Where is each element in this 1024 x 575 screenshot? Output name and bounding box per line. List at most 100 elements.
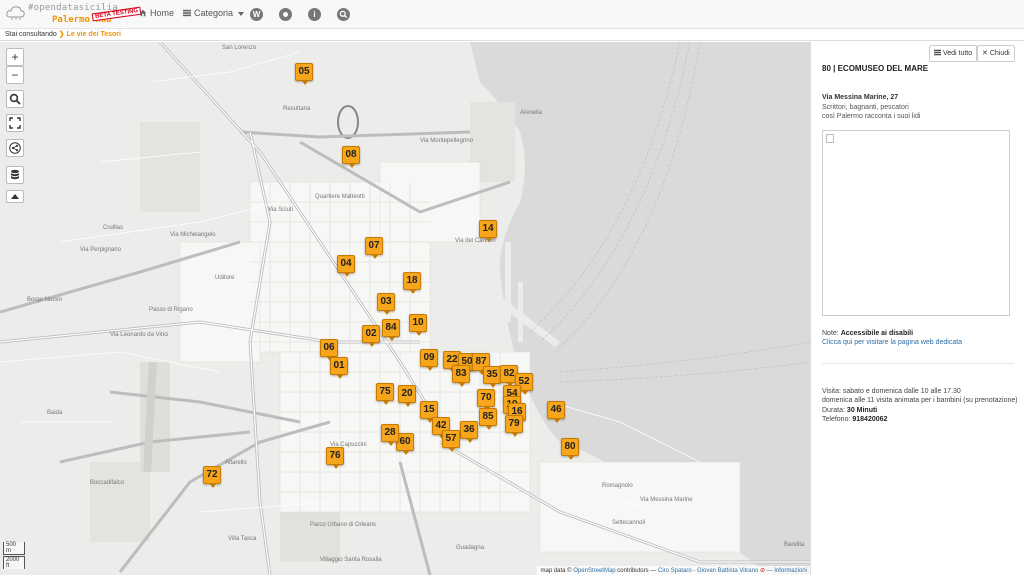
map-marker[interactable]: 18 <box>403 272 421 294</box>
map-marker[interactable]: 28 <box>381 424 399 446</box>
poi-visit-kids: domenica alle 11 visita animata per i ba… <box>822 397 1018 404</box>
map-marker[interactable]: 02 <box>362 325 380 347</box>
map-marker[interactable]: 75 <box>376 383 394 405</box>
site-logo[interactable]: #opendatasicilia Palermo Hub BETA TESTIN… <box>6 2 142 28</box>
map-marker[interactable]: 76 <box>326 447 344 469</box>
show-all-label: Vedi tutto <box>942 50 973 57</box>
map-canvas[interactable]: San Lorenzo Resuttana Cruillas Uditore B… <box>0 42 810 575</box>
poi-title: 80 | ECOMUSEO DEL MARE <box>822 64 929 73</box>
map-marker[interactable]: 05 <box>295 63 313 85</box>
map-label-baida: Baida <box>47 410 63 416</box>
wikipedia-icon[interactable]: W <box>250 8 263 21</box>
map-label-via-leonardo-da-vinci: Via Leonardo da Vinci <box>110 332 169 338</box>
map-label-altarello: Altarello <box>225 460 247 466</box>
map-label-resuttana: Resuttana <box>283 106 311 112</box>
list-icon <box>934 49 941 56</box>
duration-value: 30 Minuti <box>846 407 878 414</box>
caret-down-icon <box>237 12 244 16</box>
map-marker[interactable]: 70 <box>477 389 495 411</box>
map-label-via-messina-marine: Via Messina Marine <box>640 497 693 503</box>
top-navbar: #opendatasicilia Palermo Hub BETA TESTIN… <box>0 0 1024 29</box>
map-marker[interactable]: 09 <box>420 349 438 371</box>
map-marker[interactable]: 46 <box>547 401 565 423</box>
fullscreen-button[interactable] <box>6 114 24 132</box>
map-label-via-perpignano: Via Perpignano <box>80 247 121 253</box>
map-marker[interactable]: 80 <box>561 438 579 460</box>
nav-category-dropdown[interactable]: Categoria <box>183 8 247 18</box>
search-icon[interactable] <box>337 8 350 21</box>
layers-button[interactable] <box>6 166 24 184</box>
map-label-guadagna: Guadagna <box>456 545 485 551</box>
map-label-uditore: Uditore <box>215 275 235 281</box>
info-link[interactable]: — Informazioni <box>767 568 807 574</box>
search-icon <box>9 93 21 105</box>
phone-value: 918420062 <box>852 416 888 423</box>
poi-note: Note: Accessibile ai disabili <box>822 330 913 337</box>
map-marker[interactable]: 84 <box>382 319 400 341</box>
map-marker[interactable]: 35 <box>483 366 501 388</box>
nav-home[interactable]: Home <box>139 8 174 18</box>
map-label-via-montepellegrino: Via Montepellegrino <box>420 138 473 144</box>
map-marker[interactable]: 79 <box>505 415 523 437</box>
authors-link[interactable]: Ciro Spataro - Giovan Battista Vitrano <box>658 568 758 574</box>
zoom-out-button[interactable]: − <box>6 66 24 84</box>
nav-home-label: Home <box>150 8 175 18</box>
map-attribution: map data © OpenStreetMap contributors — … <box>537 566 810 575</box>
duration-label: Durata: <box>822 407 845 414</box>
note-label: Note: <box>822 330 839 337</box>
phone-label: Telefono: <box>822 416 851 423</box>
close-icon: ✕ <box>982 50 988 57</box>
close-button[interactable]: ✕ Chiudi <box>977 45 1015 62</box>
map-label-borgo-nuovo: Borgo Nuovo <box>27 297 63 303</box>
note-value: Accessibile ai disabili <box>840 330 914 337</box>
breadcrumb-prefix: Stai consultando <box>5 31 57 38</box>
share-button[interactable] <box>6 139 24 157</box>
map-marker[interactable]: 01 <box>330 357 348 379</box>
map-label-romagnolo: Romagnolo <box>602 483 633 489</box>
breadcrumb-current[interactable]: Le vie dei Tesori <box>67 31 121 38</box>
compass-icon[interactable] <box>279 8 292 21</box>
share-icon <box>9 142 21 154</box>
map-search-button[interactable] <box>6 90 24 108</box>
map-marker[interactable]: 57 <box>442 430 460 452</box>
map-label-villaggio-santa-rosalia: Villaggio Santa Rosalia <box>320 557 382 563</box>
poi-image <box>822 130 1010 316</box>
map-marker[interactable]: 14 <box>479 220 497 242</box>
map-marker[interactable]: 85 <box>479 408 497 430</box>
chevron-right-icon: ❯ <box>58 31 65 38</box>
poi-web-link[interactable]: Clicca qui per visitare la pagina web de… <box>822 339 962 346</box>
show-all-button[interactable]: Vedi tutto <box>929 45 978 62</box>
info-icon[interactable]: i <box>308 8 321 21</box>
map-marker[interactable]: 10 <box>409 314 427 336</box>
map-marker[interactable]: 20 <box>398 385 416 407</box>
map-marker[interactable]: 04 <box>337 255 355 277</box>
fullscreen-icon <box>9 117 21 129</box>
close-label: Chiudi <box>989 50 1010 57</box>
poi-description-line2: così Palermo racconta i suoi lidi <box>822 113 921 120</box>
map-label-cruillas: Cruillas <box>103 225 124 231</box>
poi-visit: Visita: sabato e domenica dalle 10 alle … <box>822 388 961 395</box>
map-marker[interactable]: 07 <box>365 237 383 259</box>
map-label-san-lorenzo: San Lorenzo <box>222 45 257 51</box>
map-marker[interactable]: 83 <box>452 365 470 387</box>
map-marker[interactable]: 03 <box>377 293 395 315</box>
list-icon <box>183 9 191 17</box>
map-label-passo-di-rigano: Passo di Rigano <box>149 307 193 313</box>
toggle-panel-button[interactable] <box>6 190 24 203</box>
map-label-via-sciuti: Via Sciuti <box>268 207 293 213</box>
zoom-in-button[interactable]: + <box>6 48 24 66</box>
map-marker[interactable]: 08 <box>342 146 360 168</box>
map-marker[interactable]: 72 <box>203 466 221 488</box>
scale-metric: 500 m <box>3 542 25 555</box>
nav-category-label: Categoria <box>194 8 234 18</box>
map-base <box>0 42 810 575</box>
map-label-boccadifalco: Boccadifalco <box>90 480 125 486</box>
map-marker[interactable]: 06 <box>320 339 338 361</box>
osm-link[interactable]: OpenStreetMap <box>573 568 615 574</box>
map-label-quartiere-matteotti: Quartiere Matteotti <box>315 194 365 200</box>
database-icon <box>11 169 19 180</box>
map-label-settecannoli: Settecannoli <box>612 520 646 526</box>
map-marker[interactable]: 36 <box>460 421 478 443</box>
map-scale: 500 m 2000 ft <box>3 542 25 570</box>
poi-duration: Durata: 30 Minuti <box>822 407 877 414</box>
